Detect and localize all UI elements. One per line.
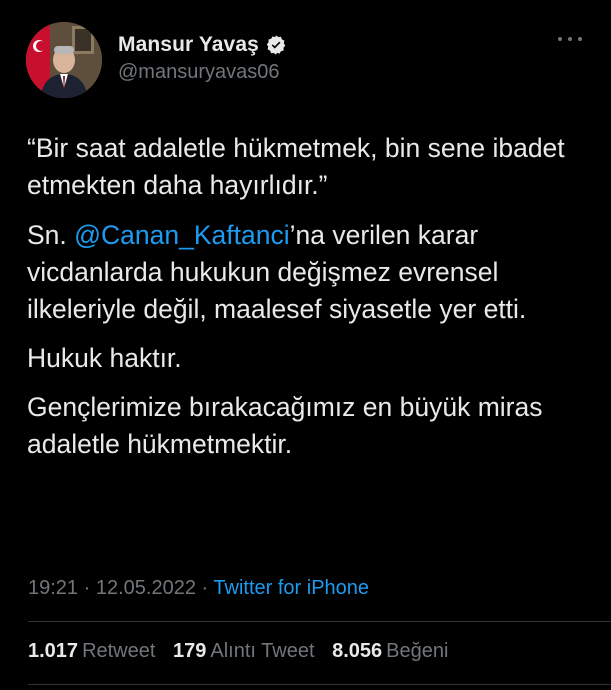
tweet-header: Mansur Yavaş @mansuryavas06 [26, 22, 586, 102]
meta-separator: · [201, 577, 209, 599]
tweet-meta: 19:21 · 12.05.2022 · Twitter for iPhone [28, 577, 369, 600]
more-dot [558, 37, 562, 41]
author-handle[interactable]: @mansuryavas06 [118, 61, 287, 84]
tweet-paragraph-quote: “Bir saat adaletle hükmetmek, bin sene i… [27, 133, 565, 200]
more-dot [578, 37, 582, 41]
verified-badge-icon [265, 34, 287, 56]
retweet-label: Retweet [82, 640, 156, 662]
tweet-paragraph-statement: Sn. @Canan_Kaftanci’na verilen karar vic… [27, 217, 587, 328]
tweet-date[interactable]: 12.05.2022 [96, 577, 196, 599]
tweet-card: Mansur Yavaş @mansuryavas06 “Bir saat ad… [0, 0, 611, 690]
meta-separator: · [83, 577, 91, 599]
tweet-time[interactable]: 19:21 [28, 577, 78, 599]
prefix-text: Sn. [27, 220, 75, 250]
author-names: Mansur Yavaş @mansuryavas06 [118, 32, 287, 84]
mention-link[interactable]: @Canan_Kaftanci [74, 220, 289, 250]
more-options-icon[interactable] [558, 34, 582, 44]
tweet-text: “Bir saat adaletle hükmetmek, bin sene i… [27, 130, 587, 475]
avatar-image [26, 22, 102, 98]
avatar[interactable] [26, 22, 102, 98]
more-dot [568, 37, 572, 41]
tweet-paragraph-law: Hukuk haktır. [27, 343, 182, 373]
tweet-stats: 1.017 Retweet 179 Alıntı Tweet 8.056 Beğeni [28, 640, 460, 663]
tweet-source-link[interactable]: Twitter for iPhone [213, 577, 369, 599]
like-stat[interactable]: 8.056 Beğeni [332, 640, 460, 662]
quote-stat[interactable]: 179 Alıntı Tweet [173, 640, 327, 662]
retweet-count: 1.017 [28, 640, 79, 662]
retweet-stat[interactable]: 1.017 Retweet [28, 640, 167, 662]
quote-label: Alıntı Tweet [210, 640, 315, 662]
divider [28, 621, 611, 622]
display-name[interactable]: Mansur Yavaş [118, 33, 259, 57]
like-label: Beğeni [386, 640, 449, 662]
quote-count: 179 [173, 640, 207, 662]
tweet-paragraph-legacy: Gençlerimize bırakacağımız en büyük mira… [27, 392, 543, 459]
like-count: 8.056 [332, 640, 383, 662]
divider [28, 684, 611, 685]
display-name-row: Mansur Yavaş [118, 32, 287, 58]
